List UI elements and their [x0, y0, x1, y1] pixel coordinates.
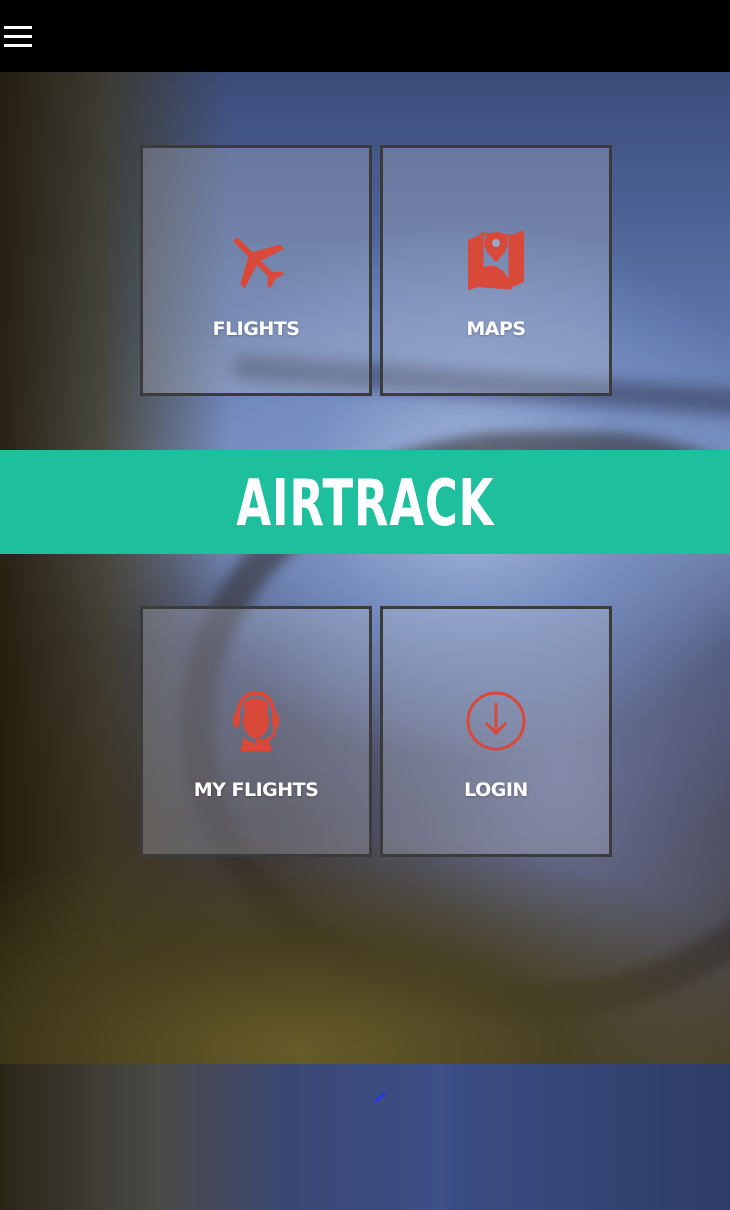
airplane-icon — [233, 237, 285, 289]
headset-agent-icon — [233, 690, 279, 751]
menu-button[interactable] — [0, 14, 36, 58]
login-tile[interactable]: LOGIN — [380, 606, 612, 857]
lower-background — [0, 1064, 730, 1210]
my-flights-tile[interactable]: MY FLIGHTS — [140, 606, 372, 857]
app-title-banner: AIRTRACK — [0, 450, 730, 554]
download-arrow-icon — [466, 691, 526, 751]
maps-label: MAPS — [466, 318, 526, 340]
hamburger-menu-icon — [4, 26, 32, 47]
map-pin-icon — [468, 230, 524, 290]
app-title: AIRTRACK — [236, 467, 494, 541]
login-label: LOGIN — [464, 779, 528, 801]
my-flights-label: MY FLIGHTS — [193, 779, 319, 801]
flights-tile[interactable]: FLIGHTS — [140, 145, 372, 396]
top-bar — [0, 0, 730, 72]
maps-tile[interactable]: MAPS — [380, 145, 612, 396]
flights-label: FLIGHTS — [212, 318, 300, 340]
